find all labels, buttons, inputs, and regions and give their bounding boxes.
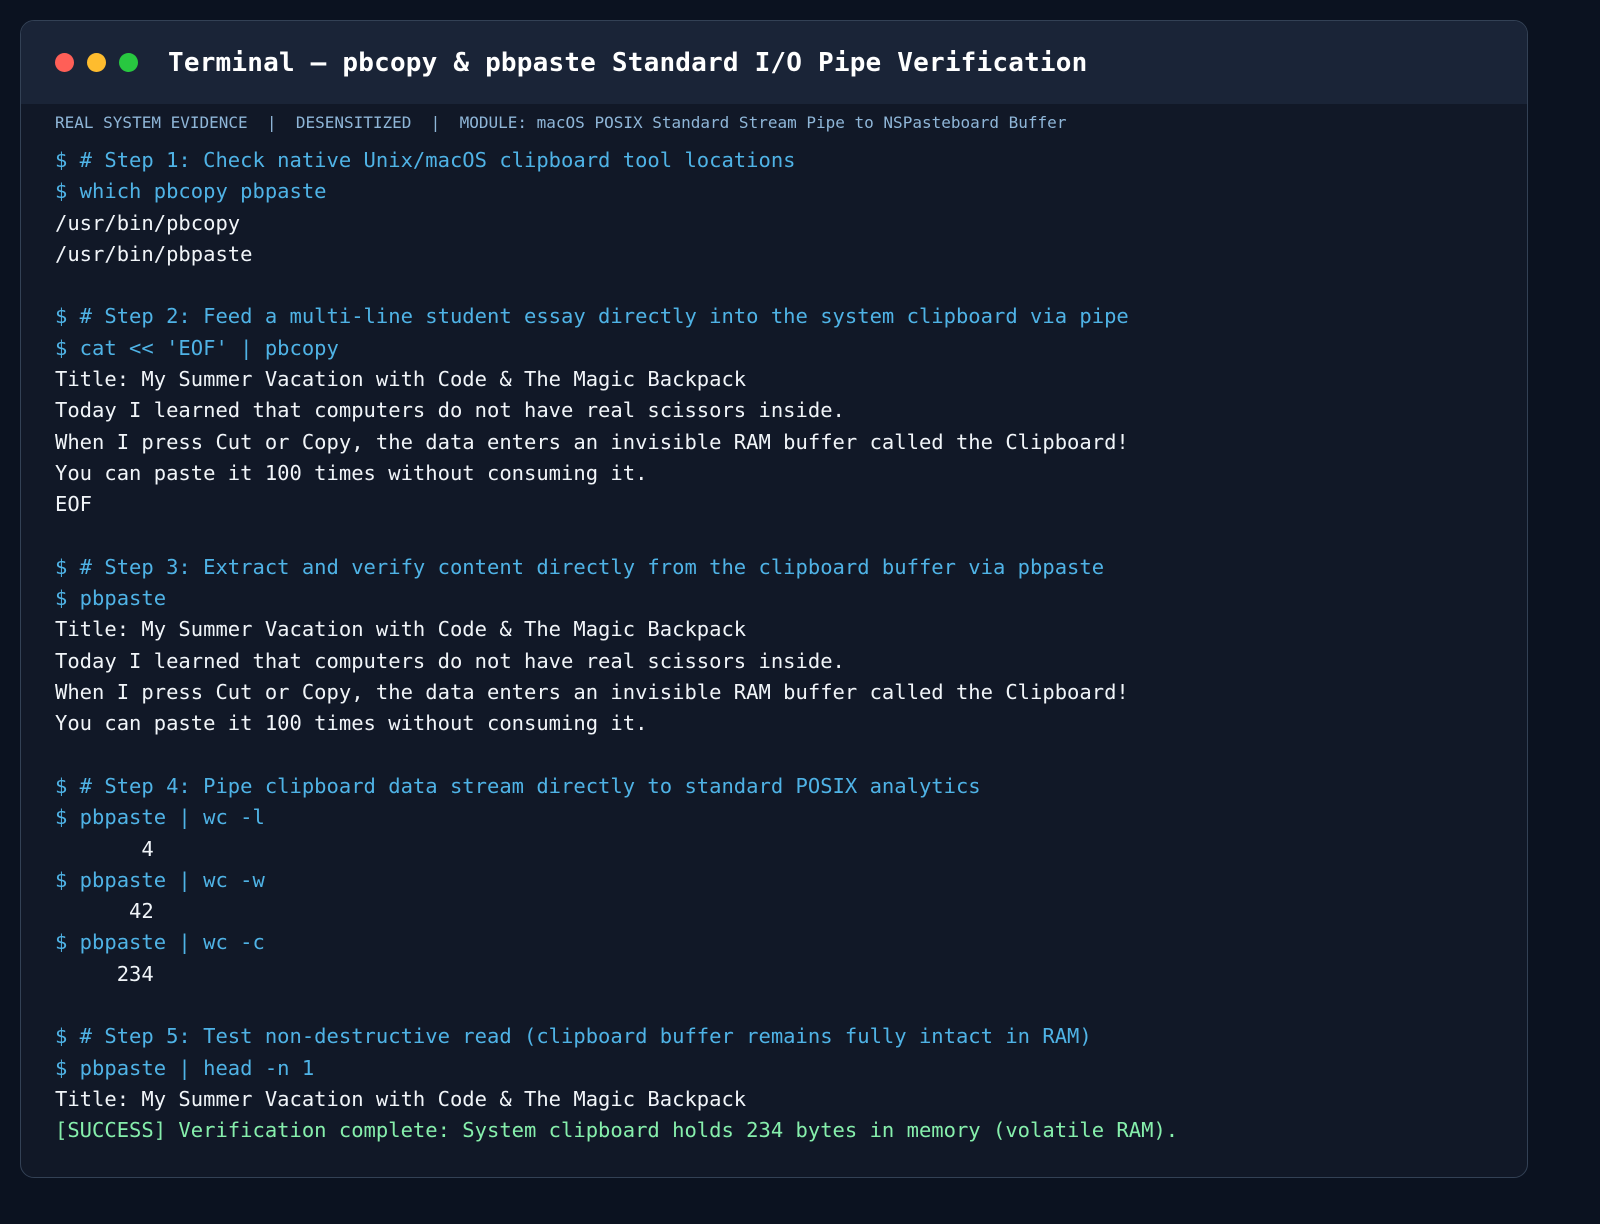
output-line: You can paste it 100 times without consu… — [55, 460, 648, 485]
command-line: $ # Step 2: Feed a multi-line student es… — [55, 304, 1129, 329]
output-line: When I press Cut or Copy, the data enter… — [55, 680, 1129, 705]
output-line: /usr/bin/pbpaste — [55, 241, 253, 266]
output-line: 4 — [55, 836, 154, 861]
output-line: /usr/bin/pbcopy — [55, 210, 241, 235]
title-bar[interactable]: Terminal — pbcopy & pbpaste Standard I/O… — [21, 21, 1527, 104]
output-line: 42 — [55, 899, 154, 924]
output-line: Today I learned that computers do not ha… — [55, 398, 845, 423]
output-line: EOF — [55, 492, 93, 517]
output-line: You can paste it 100 times without consu… — [55, 711, 648, 736]
command-line: $ cat << 'EOF' | pbcopy — [55, 335, 339, 360]
command-line: $ pbpaste | wc -l — [55, 805, 265, 830]
terminal-window: Terminal — pbcopy & pbpaste Standard I/O… — [20, 20, 1528, 1178]
output-line: Today I learned that computers do not ha… — [55, 648, 845, 673]
command-line: $ pbpaste | wc -w — [55, 867, 265, 892]
terminal-output[interactable]: $ # Step 1: Check native Unix/macOS clip… — [55, 145, 1507, 1147]
module-info-bar: REAL SYSTEM EVIDENCE | DESENSITIZED | MO… — [55, 113, 1067, 132]
output-line: When I press Cut or Copy, the data enter… — [55, 429, 1129, 454]
command-line: $ # Step 1: Check native Unix/macOS clip… — [55, 148, 796, 172]
window-controls — [55, 53, 138, 72]
window-title: Terminal — pbcopy & pbpaste Standard I/O… — [168, 47, 1088, 78]
output-line: Title: My Summer Vacation with Code & Th… — [55, 617, 747, 642]
output-line: Title: My Summer Vacation with Code & Th… — [55, 367, 747, 392]
command-line: $ pbpaste — [55, 586, 167, 611]
command-line: $ pbpaste | head -n 1 — [55, 1055, 315, 1080]
close-button[interactable] — [55, 53, 74, 72]
command-line: $ # Step 3: Extract and verify content d… — [55, 554, 1105, 579]
success-message: [SUCCESS] Verification complete: System … — [55, 1118, 1179, 1143]
command-line: $ pbpaste | wc -c — [55, 930, 265, 955]
output-line: Title: My Summer Vacation with Code & Th… — [55, 1086, 747, 1111]
minimize-button[interactable] — [87, 53, 106, 72]
command-line: $ # Step 5: Test non-destructive read (c… — [55, 1024, 1092, 1049]
command-line: $ # Step 4: Pipe clipboard data stream d… — [55, 773, 981, 798]
maximize-button[interactable] — [119, 53, 138, 72]
command-line: $ which pbcopy pbpaste — [55, 179, 327, 204]
output-line: 234 — [55, 961, 154, 986]
